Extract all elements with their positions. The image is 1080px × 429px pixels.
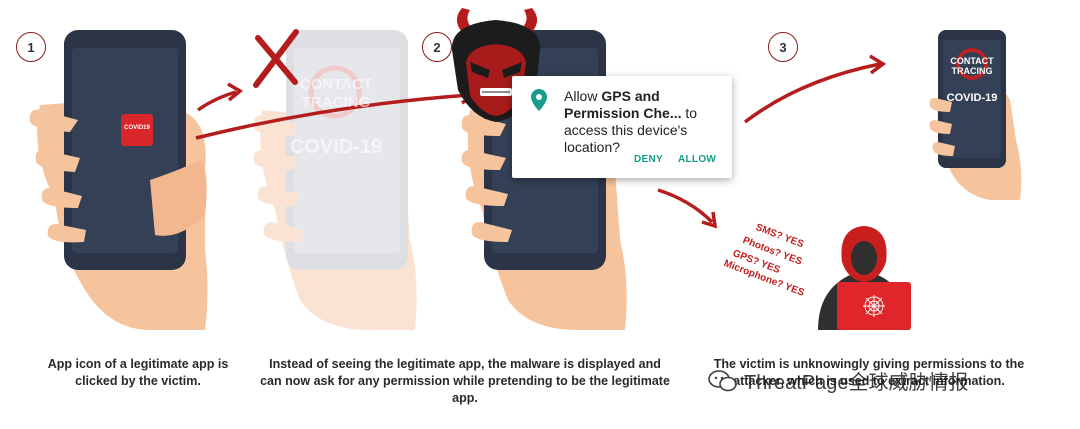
arrow-step2-to-3 <box>743 62 881 124</box>
deny-button[interactable]: DENY <box>634 154 663 165</box>
small-logo-line-1: CONTACT <box>950 56 994 66</box>
step-3-badge: 3 <box>768 32 798 62</box>
watermark-text: ThreatPage全球威胁情报 <box>744 372 969 394</box>
logo-line-2: TRACING <box>301 94 371 111</box>
step-1-badge: 1 <box>16 32 46 62</box>
covid19-title: COVID-19 <box>289 136 383 158</box>
wechat-icon <box>708 369 737 391</box>
logo-line-1: CONTACT <box>299 76 373 93</box>
scene2-faded-phone <box>253 30 417 330</box>
contact-tracing-logo-small: CONTACT TRACING <box>943 56 1001 76</box>
step-2-badge: 2 <box>422 32 452 62</box>
allow-button[interactable]: ALLOW <box>678 154 716 165</box>
hacker-icon <box>818 226 911 330</box>
permission-message: Allow GPS and Permission Che... to acces… <box>564 88 724 156</box>
location-pin-icon <box>531 89 547 111</box>
covid19-title-small: COVID-19 <box>946 92 998 104</box>
covid19-icon-label: COVID19 <box>124 125 150 131</box>
permission-dialog: Allow GPS and Permission Che... to acces… <box>512 76 732 178</box>
spiderweb-icon <box>863 295 885 317</box>
scene1-hand-phone <box>29 30 208 330</box>
small-logo-line-2: TRACING <box>951 66 993 76</box>
caption-step-1: App icon of a legitimate app is clicked … <box>47 357 229 388</box>
watermark: ThreatPage全球威胁情报 <box>708 366 969 395</box>
caption-step-2: Instead of seeing the legitimate app, th… <box>260 357 670 405</box>
arrow-to-hacker <box>657 188 714 224</box>
permission-prefix: Allow <box>564 88 602 104</box>
contact-tracing-logo: CONTACT TRACING <box>286 76 386 112</box>
